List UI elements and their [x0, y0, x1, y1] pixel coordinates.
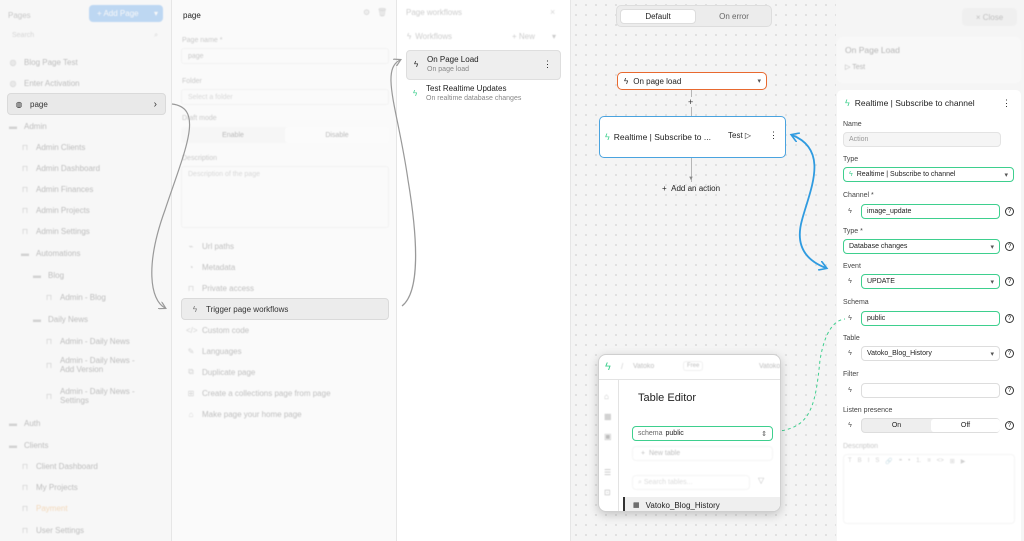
popup-header: ϟ / Vatoko Free Vatoko	[599, 355, 780, 380]
filter-icon[interactable]: ▽	[758, 476, 764, 485]
blue-arrow-action-to-panel	[792, 135, 826, 268]
table-icon: ▦	[633, 502, 640, 509]
table-list-item[interactable]: ▦ Vatoko_Blog_History	[623, 497, 780, 511]
popup-sidebar: ⌂ ▦ ▣ ☰ ⊡	[599, 380, 619, 511]
table-editor-popup: ϟ / Vatoko Free Vatoko ⌂ ▦ ▣ ☰ ⊡ Table E…	[598, 354, 781, 512]
terminal-icon[interactable]: ▣	[604, 432, 612, 441]
annotation-arrows	[151, 0, 846, 504]
schema-select[interactable]: schema public ⇕	[632, 426, 773, 441]
table-search-input[interactable]: ⌕ Search tables...	[632, 475, 750, 490]
home-icon[interactable]: ⌂	[604, 392, 609, 401]
search-icon: ⌕	[638, 478, 642, 486]
supabase-logo-icon: ϟ	[605, 361, 611, 373]
slash-divider: /	[621, 362, 624, 371]
new-table-button[interactable]: + New table	[632, 446, 773, 461]
plan-badge: Free	[683, 361, 704, 371]
table-editor-title: Table Editor	[638, 392, 697, 404]
lock-icon[interactable]: ⊡	[604, 488, 611, 497]
gray-arrow-trigger-to-workflows	[390, 60, 417, 307]
chevron-updown-icon: ⇕	[761, 430, 767, 438]
gray-arrow-page-to-trigger	[151, 103, 191, 308]
org-name[interactable]: Vatoko	[633, 363, 654, 370]
dashed-connector-schema	[769, 318, 846, 433]
project-name[interactable]: Vatoko	[759, 363, 780, 370]
plus-icon: +	[641, 450, 646, 457]
database-icon[interactable]: ☰	[604, 468, 611, 477]
table-icon[interactable]: ▦	[604, 412, 612, 421]
